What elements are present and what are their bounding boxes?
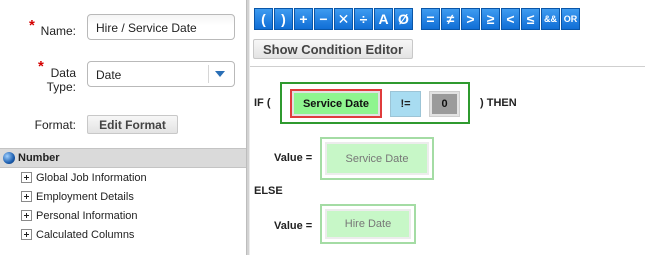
else-value-field: Hire Date [327, 211, 409, 237]
name-required-marker: * [29, 17, 35, 34]
tree-header-label: Number [18, 152, 60, 164]
expand-plus-icon[interactable] [21, 210, 32, 221]
then-keyword: ) THEN [480, 97, 517, 109]
field-tree: Number Global Job Information Employment… [0, 148, 246, 244]
toolbar-separator [414, 8, 421, 30]
toolbar-divider [250, 66, 645, 67]
tree-item-label: Global Job Information [36, 171, 147, 184]
tree-header[interactable]: Number [0, 148, 246, 168]
chevron-down-icon[interactable] [208, 65, 230, 83]
greater-than-button[interactable]: > [461, 8, 480, 30]
name-input[interactable]: Hire / Service Date [87, 14, 235, 40]
then-value-field: Service Date [327, 144, 427, 173]
less-than-button[interactable]: < [501, 8, 520, 30]
formula-editor-panel: () + − ✕ ÷ A Ø = ≠ > ≥ < ≤ && OR Show Condition Editor… [250, 0, 645, 255]
not-equals-button[interactable]: ≠ [441, 8, 460, 30]
if-keyword: IF ( [254, 97, 271, 109]
name-label: Name: [40, 24, 76, 38]
and-button[interactable]: && [541, 8, 560, 30]
tree-item-label: Personal Information [36, 209, 138, 222]
greater-equal-button[interactable]: ≥ [481, 8, 500, 30]
condition-rhs-value[interactable]: 0 [429, 91, 460, 117]
null-button[interactable]: Ø [394, 8, 413, 30]
tree-item-calculated-columns[interactable]: Calculated Columns [0, 225, 246, 244]
less-equal-button[interactable]: ≤ [521, 8, 540, 30]
expand-plus-icon[interactable] [21, 229, 32, 240]
data-type-select[interactable]: Date [87, 61, 235, 87]
condition-operator[interactable]: != [390, 91, 421, 117]
data-type-value: Date [96, 68, 122, 82]
minus-button[interactable]: − [314, 8, 333, 30]
data-type-label-line1: Data [50, 66, 76, 80]
tree-item-personal-information[interactable]: Personal Information [0, 206, 246, 225]
then-value-box[interactable]: Service Date [320, 137, 434, 180]
multiply-button[interactable]: ✕ [334, 8, 353, 30]
format-label: Format: [34, 118, 76, 132]
tree-item-label: Employment Details [36, 190, 134, 203]
else-keyword: ELSE [254, 185, 283, 197]
expand-plus-icon[interactable] [21, 172, 32, 183]
tree-item-employment-details[interactable]: Employment Details [0, 187, 246, 206]
equals-button[interactable]: = [421, 8, 440, 30]
condition-lhs-label: Service Date [294, 93, 378, 114]
data-type-label-line2: Type: [46, 80, 76, 94]
left-panel: * Name: Hire / Service Date * Data Type:… [0, 0, 246, 255]
divide-button[interactable]: ÷ [354, 8, 373, 30]
show-condition-editor-button[interactable]: Show Condition Editor [253, 39, 413, 59]
close-paren-button[interactable]: ) [274, 8, 293, 30]
plus-button[interactable]: + [294, 8, 313, 30]
tree-item-global-job-information[interactable]: Global Job Information [0, 168, 246, 187]
edit-format-button[interactable]: Edit Format [87, 115, 178, 134]
else-value-label: Value = [274, 220, 313, 232]
expand-plus-icon[interactable] [21, 191, 32, 202]
condition-box[interactable]: Service Date != 0 [280, 82, 470, 124]
else-value-box[interactable]: Hire Date [320, 204, 416, 244]
tree-item-label: Calculated Columns [36, 228, 135, 241]
operator-toolbar: () + − ✕ ÷ A Ø = ≠ > ≥ < ≤ && OR [254, 8, 581, 30]
or-button[interactable]: OR [561, 8, 580, 30]
open-paren-button[interactable]: ( [254, 8, 273, 30]
condition-rhs-label: 0 [432, 94, 457, 114]
condition-lhs-field[interactable]: Service Date [290, 89, 382, 118]
globe-icon [3, 152, 15, 164]
text-button[interactable]: A [374, 8, 393, 30]
then-value-label: Value = [274, 152, 313, 164]
